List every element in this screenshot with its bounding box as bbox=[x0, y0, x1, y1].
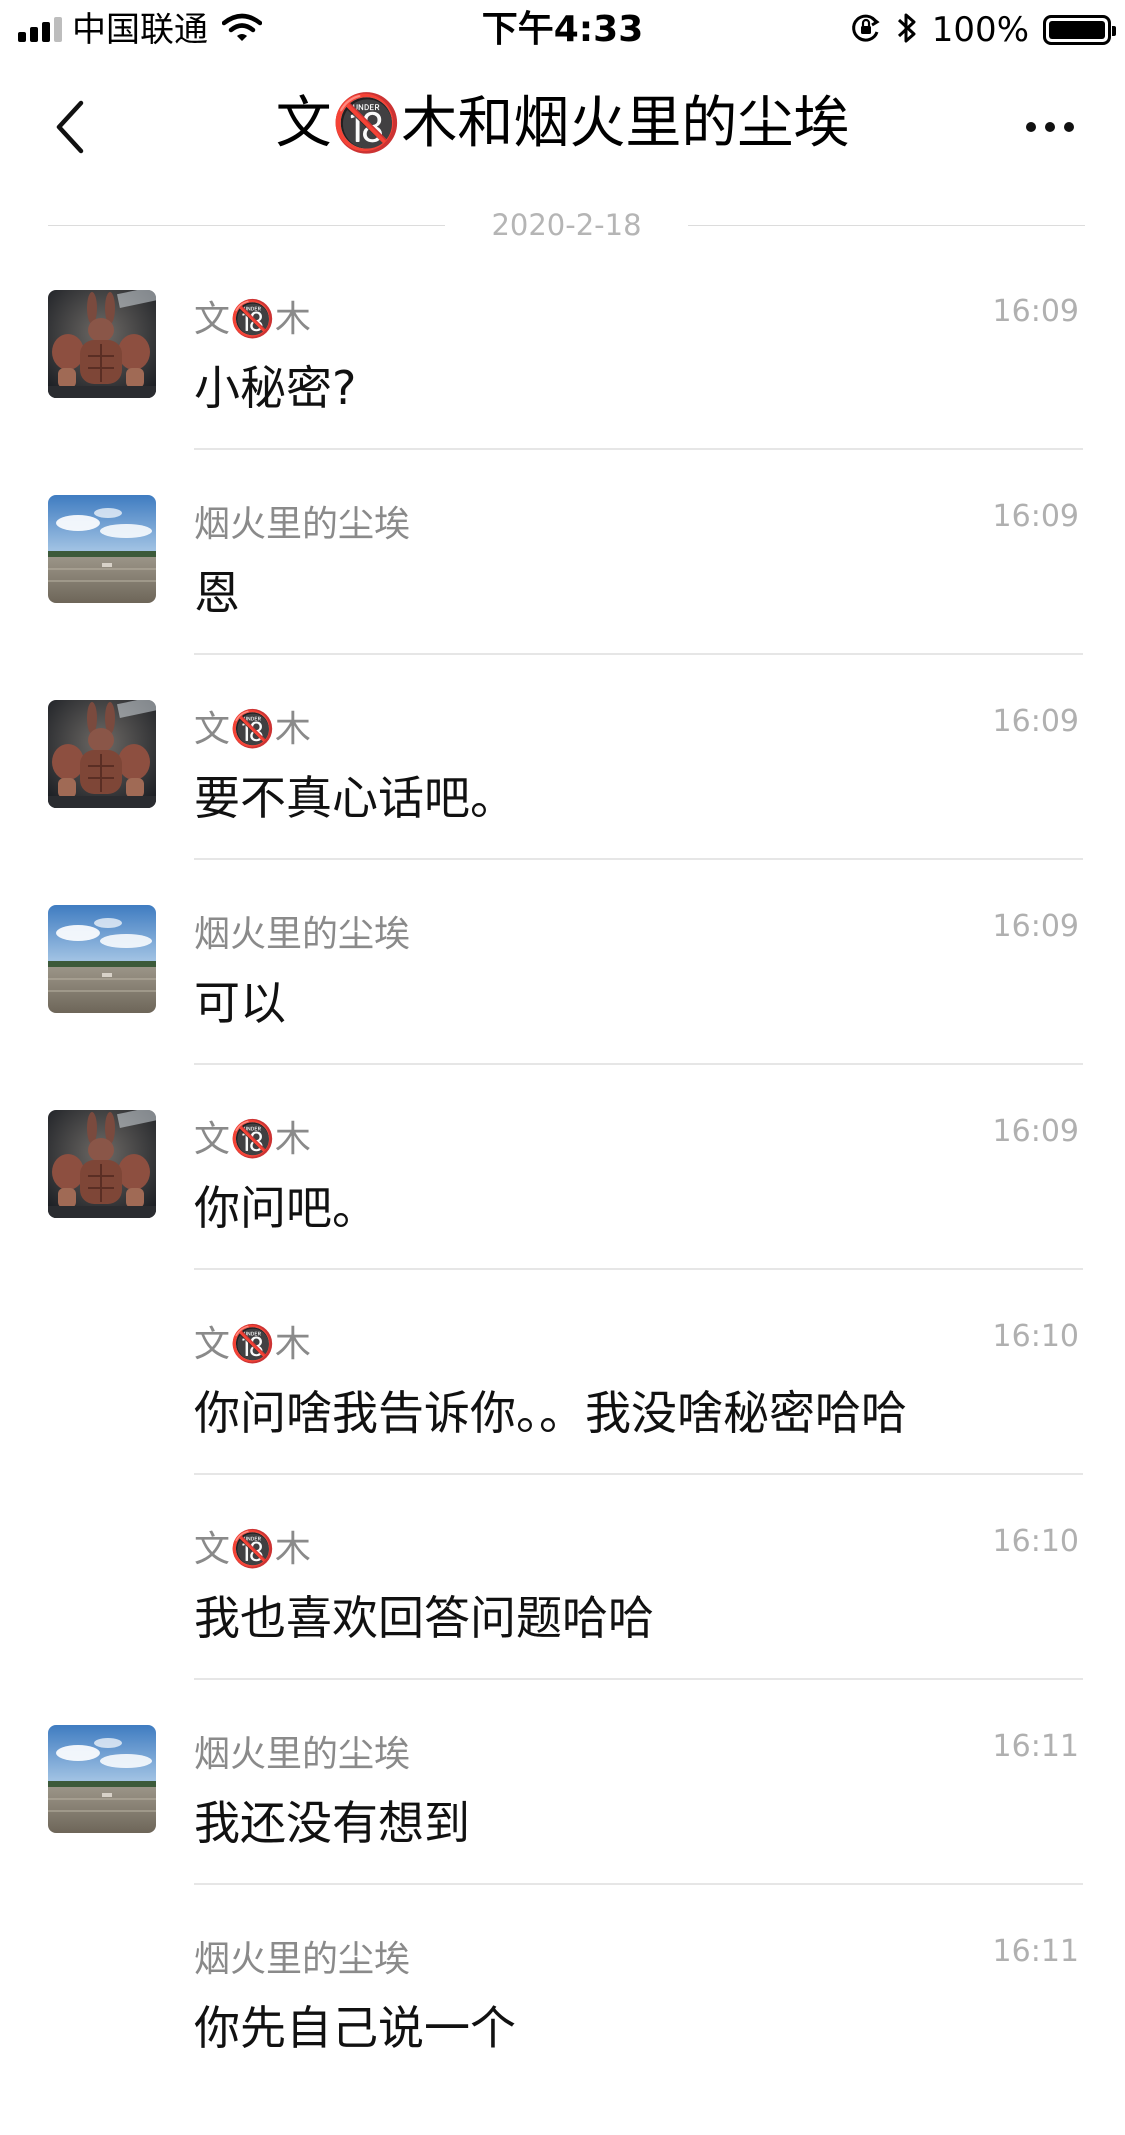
battery-percent: 100% bbox=[931, 10, 1029, 50]
sender-name: 文🔞木 bbox=[194, 1324, 311, 1365]
message-time: 16:09 bbox=[992, 909, 1079, 944]
message-row[interactable]: 烟火里的尘埃 16:09 可以 bbox=[0, 905, 1125, 1110]
avatar-landscape[interactable] bbox=[48, 905, 156, 1013]
message-text: 你问啥我告诉你。。我没啥秘密哈哈 bbox=[194, 1386, 907, 1440]
message-time: 16:09 bbox=[992, 1114, 1079, 1149]
date-label: 2020-2-18 bbox=[491, 208, 642, 242]
date-divider: 2020-2-18 bbox=[48, 205, 1085, 245]
message-text: 你先自己说一个 bbox=[194, 2001, 516, 2055]
sender-name: 文🔞木 bbox=[194, 299, 311, 340]
sender-name: 文🔞木 bbox=[194, 1119, 311, 1160]
message-separator bbox=[194, 653, 1083, 655]
message-text: 我也喜欢回答问题哈哈 bbox=[194, 1591, 654, 1645]
sender-name: 烟火里的尘埃 bbox=[194, 914, 411, 955]
message-text: 小秘密? bbox=[194, 361, 357, 415]
message-separator bbox=[194, 448, 1083, 450]
orientation-lock-icon bbox=[850, 12, 882, 48]
message-row[interactable]: 文🔞木 16:09 要不真心话吧。 bbox=[0, 700, 1125, 905]
navigation-bar: 文🔞木和烟火里的尘埃 bbox=[0, 62, 1125, 192]
bluetooth-icon bbox=[896, 11, 918, 49]
more-dot bbox=[1064, 122, 1074, 132]
chevron-left-icon bbox=[56, 100, 84, 154]
message-time: 16:11 bbox=[992, 1729, 1079, 1764]
message-text: 你问吧。 bbox=[194, 1181, 378, 1235]
message-time: 16:09 bbox=[992, 294, 1079, 329]
sender-name: 烟火里的尘埃 bbox=[194, 1734, 411, 1775]
message-separator bbox=[194, 1883, 1083, 1885]
battery-icon bbox=[1043, 15, 1116, 45]
more-options-button[interactable] bbox=[1005, 92, 1095, 162]
back-button[interactable] bbox=[40, 92, 100, 162]
message-time: 16:10 bbox=[992, 1524, 1079, 1559]
message-separator bbox=[194, 1268, 1083, 1270]
message-row[interactable]: 烟火里的尘埃 16:11 你先自己说一个 bbox=[0, 1930, 1125, 2135]
message-row[interactable]: 文🔞木 16:10 你问啥我告诉你。。我没啥秘密哈哈 bbox=[0, 1315, 1125, 1520]
avatar-bunny[interactable] bbox=[48, 290, 156, 398]
message-separator bbox=[194, 1678, 1083, 1680]
message-text: 我还没有想到 bbox=[194, 1796, 470, 1850]
message-time: 16:09 bbox=[992, 704, 1079, 739]
sender-name: 文🔞木 bbox=[194, 709, 311, 750]
page-title: 文🔞木和烟火里的尘埃 bbox=[275, 91, 850, 156]
message-time: 16:09 bbox=[992, 499, 1079, 534]
avatar-landscape[interactable] bbox=[48, 1725, 156, 1833]
message-time: 16:10 bbox=[992, 1319, 1079, 1354]
more-dot bbox=[1045, 122, 1055, 132]
message-row[interactable]: 烟火里的尘埃 16:11 我还没有想到 bbox=[0, 1725, 1125, 1930]
message-row[interactable]: 文🔞木 16:09 小秘密? bbox=[0, 290, 1125, 495]
status-bar: 中国联通 下午4:33 100% bbox=[0, 0, 1125, 62]
message-row[interactable]: 烟火里的尘埃 16:09 恩 bbox=[0, 495, 1125, 700]
divider-line bbox=[687, 224, 1085, 226]
avatar-bunny[interactable] bbox=[48, 1110, 156, 1218]
sender-name: 烟火里的尘埃 bbox=[194, 1939, 411, 1980]
more-dot bbox=[1026, 122, 1036, 132]
divider-line bbox=[48, 224, 446, 226]
message-text: 恩 bbox=[194, 566, 240, 620]
status-right: 100% bbox=[850, 10, 1116, 50]
message-separator bbox=[194, 1473, 1083, 1475]
avatar-landscape[interactable] bbox=[48, 495, 156, 603]
message-row[interactable]: 文🔞木 16:10 我也喜欢回答问题哈哈 bbox=[0, 1520, 1125, 1725]
avatar-bunny[interactable] bbox=[48, 700, 156, 808]
message-time: 16:11 bbox=[992, 1934, 1079, 1969]
sender-name: 文🔞木 bbox=[194, 1529, 311, 1570]
message-text: 要不真心话吧。 bbox=[194, 771, 516, 825]
message-text: 可以 bbox=[194, 976, 286, 1030]
message-row[interactable]: 文🔞木 16:09 你问吧。 bbox=[0, 1110, 1125, 1315]
message-separator bbox=[194, 1063, 1083, 1065]
message-separator bbox=[194, 858, 1083, 860]
sender-name: 烟火里的尘埃 bbox=[194, 504, 411, 545]
